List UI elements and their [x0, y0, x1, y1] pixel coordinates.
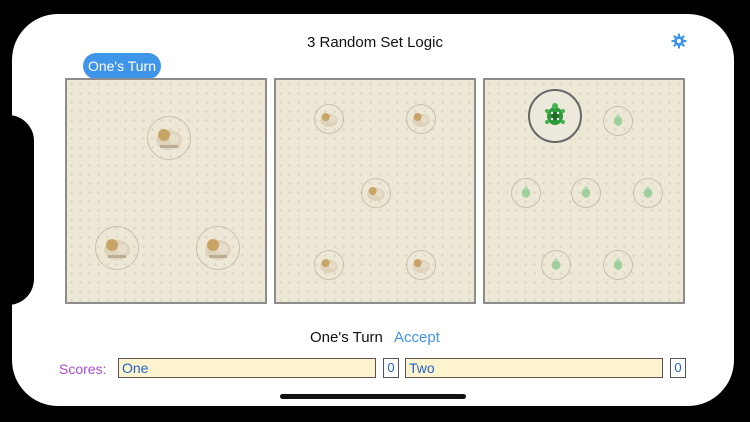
home-indicator[interactable] [280, 394, 466, 399]
turtle-piece[interactable] [633, 178, 663, 208]
turtle-piece[interactable] [603, 106, 633, 136]
page-title: 3 Random Set Logic [307, 34, 443, 51]
dog-icon [104, 239, 130, 260]
turtle-icon [613, 114, 623, 126]
dog-piece[interactable] [314, 104, 344, 134]
game-board-1[interactable] [65, 78, 267, 304]
dog-piece[interactable] [95, 226, 139, 270]
dog-piece[interactable] [406, 250, 436, 280]
turn-status-text: One's Turn [310, 329, 383, 346]
player-two-name-field[interactable]: Two [405, 358, 663, 378]
game-board-2[interactable] [274, 78, 476, 304]
dog-piece[interactable] [406, 104, 436, 134]
dog-icon [412, 259, 430, 273]
player-two-score: 0 [670, 358, 686, 378]
turn-indicator-pill: One's Turn [83, 53, 161, 79]
player-one-score: 0 [383, 358, 399, 378]
player-one-name-field[interactable]: One [118, 358, 376, 378]
turtle-piece[interactable] [603, 250, 633, 280]
dog-piece[interactable] [196, 226, 240, 270]
dog-piece[interactable] [314, 250, 344, 280]
dog-piece[interactable] [147, 116, 191, 160]
dog-icon [156, 129, 182, 150]
gear-icon[interactable] [671, 33, 687, 49]
game-board-3[interactable] [483, 78, 685, 304]
dog-piece[interactable] [361, 178, 391, 208]
turtle-icon [613, 258, 623, 270]
dog-icon [320, 113, 338, 127]
turtle-icon [643, 186, 653, 198]
turtle-icon [581, 186, 591, 198]
device-notch [0, 115, 34, 305]
turtle-icon [545, 103, 565, 125]
turtle-icon [551, 258, 561, 270]
dog-icon [412, 113, 430, 127]
dog-icon [320, 259, 338, 273]
turtle-icon [521, 186, 531, 198]
device-frame: 3 Random Set Logic One's Turn One's Turn… [0, 0, 750, 422]
scores-label: Scores: [59, 361, 107, 377]
turtle-piece[interactable] [571, 178, 601, 208]
turtle-piece[interactable] [511, 178, 541, 208]
dog-icon [205, 239, 231, 260]
accept-button[interactable]: Accept [394, 329, 440, 346]
turtle-piece-selected[interactable] [528, 89, 582, 143]
dog-icon [367, 187, 385, 201]
turtle-piece[interactable] [541, 250, 571, 280]
